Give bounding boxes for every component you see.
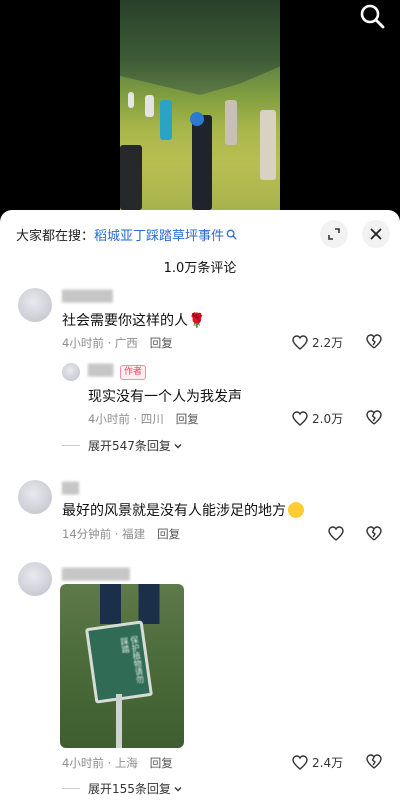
comment-text: 社会需要你这样的人🌹: [62, 313, 206, 329]
divider-line: [62, 445, 80, 446]
like-button[interactable]: 2.0万: [292, 410, 343, 427]
tourist-figure: [192, 115, 212, 210]
avatar[interactable]: [18, 562, 52, 596]
comment-photo[interactable]: 保护植物请勿踩踏: [60, 584, 184, 748]
username[interactable]: ██: [62, 482, 79, 495]
photo-legs: [100, 584, 170, 624]
comment-meta: 4小时前 · 上海 回复: [62, 756, 173, 770]
expand-replies-button[interactable]: 展开547条回复: [62, 437, 183, 454]
emoji-icon: [288, 502, 304, 518]
divider-line: [62, 788, 80, 789]
rose-emoji: 🌹: [188, 313, 206, 329]
dislike-button[interactable]: [366, 334, 382, 353]
like-count: 2.4万: [312, 756, 344, 770]
heart-icon: [292, 755, 308, 770]
like-button[interactable]: 2.4万: [292, 754, 343, 771]
reply-button[interactable]: 回复: [157, 527, 180, 541]
heart-icon: [292, 411, 308, 426]
dislike-button[interactable]: [366, 754, 382, 773]
broken-heart-icon: [366, 410, 382, 425]
reply-meta: 4小时前 · 四川 回复: [88, 412, 199, 426]
reply-button[interactable]: 回复: [150, 756, 173, 770]
close-button[interactable]: [362, 220, 390, 248]
video-frame: [120, 0, 280, 210]
video-search-button[interactable]: [358, 2, 386, 30]
mountain-background: [120, 0, 280, 95]
collapse-icon: [328, 228, 340, 240]
tourist-figure: [190, 112, 204, 126]
tourist-figure: [145, 95, 154, 117]
comments-sheet: 大家都在搜： 稻城亚丁踩踏草坪事件 1.0万条评论 ██████ 社会需要你这样…: [0, 210, 400, 800]
search-icon: [360, 4, 385, 29]
reply-button[interactable]: 回复: [176, 412, 199, 426]
app-root: { "search_bar": { "prefix": "大家都在搜：", "t…: [0, 0, 400, 800]
avatar[interactable]: [18, 480, 52, 514]
photo-sign-text: 保护植物请勿踩踏: [119, 635, 145, 684]
username[interactable]: ██████: [62, 290, 113, 303]
heart-icon: [292, 335, 308, 350]
collapse-button[interactable]: [320, 220, 348, 248]
tourist-figure: [260, 110, 276, 180]
dislike-button[interactable]: [366, 410, 382, 429]
reply-text: 现实没有一个人为我发声: [88, 389, 242, 405]
tourist-figure: [160, 100, 172, 140]
reply-button[interactable]: 回复: [150, 336, 173, 350]
like-button[interactable]: [328, 526, 348, 541]
trending-prefix: 大家都在搜：: [16, 228, 95, 244]
expand-replies-label: 展开547条回复: [88, 439, 171, 453]
dislike-button[interactable]: [366, 526, 382, 545]
trending-search-term[interactable]: 稻城亚丁踩踏草坪事件: [94, 225, 224, 244]
username[interactable]: ████████: [62, 568, 130, 581]
heart-icon: [328, 526, 344, 541]
expand-replies-label: 展开155条回复: [88, 782, 171, 796]
broken-heart-icon: [366, 334, 382, 349]
trending-search: 大家都在搜： 稻城亚丁踩踏草坪事件: [16, 224, 237, 244]
author-badge: 作者: [120, 365, 147, 380]
broken-heart-icon: [366, 754, 382, 769]
chevron-down-icon: [174, 443, 182, 448]
like-count: 2.0万: [312, 412, 344, 426]
comment-meta: 14分钟前 · 福建 回复: [62, 527, 181, 541]
tourist-figure: [128, 92, 134, 108]
photo-sign-pole: [116, 694, 122, 748]
like-button[interactable]: 2.2万: [292, 334, 343, 351]
close-icon: [370, 228, 382, 240]
video-player[interactable]: [0, 0, 400, 210]
avatar[interactable]: [62, 363, 80, 381]
author-badge-wrap: 作者: [116, 363, 147, 380]
avatar[interactable]: [18, 288, 52, 322]
like-count: 2.2万: [312, 336, 344, 350]
comment-text: 最好的风景就是没有人能涉足的地方: [62, 500, 304, 520]
search-icon: [226, 229, 237, 240]
username[interactable]: ███: [88, 364, 113, 377]
tourist-figure: [225, 100, 237, 145]
comment-meta: 4小时前 · 广西 回复: [62, 336, 173, 350]
comment-count-title: 1.0万条评论: [163, 261, 237, 276]
tourist-figure: [120, 145, 142, 210]
broken-heart-icon: [366, 526, 382, 541]
expand-replies-button[interactable]: 展开155条回复: [62, 780, 183, 797]
chevron-down-icon: [174, 786, 182, 791]
